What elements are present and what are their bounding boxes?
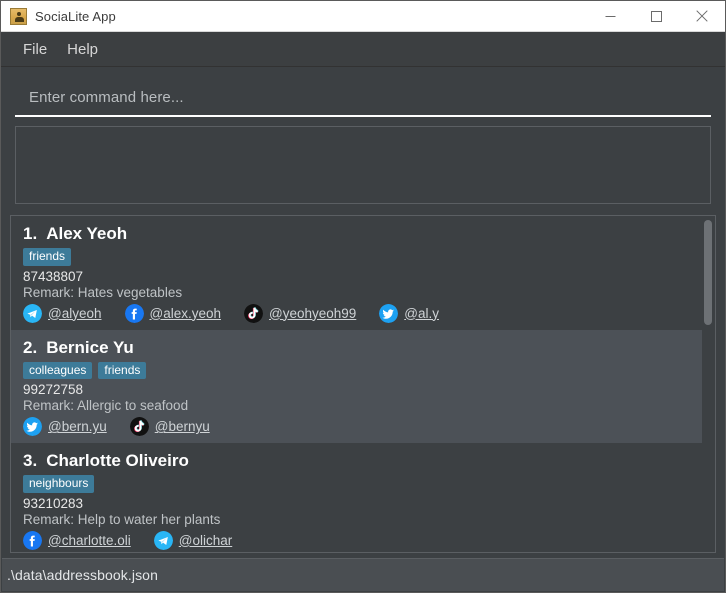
person-tags: colleagues friends xyxy=(23,361,703,380)
tiktok-icon xyxy=(129,417,149,437)
person-name: Bernice Yu xyxy=(46,337,134,357)
menu-bar: File Help xyxy=(1,32,725,67)
person-card[interactable]: 1. Alex Yeoh friends 87438807 Remark: Ha… xyxy=(11,216,715,330)
tag: neighbours xyxy=(23,475,95,493)
telegram-icon xyxy=(23,303,42,323)
person-list-panel: 1. Alex Yeoh friends 87438807 Remark: Ha… xyxy=(10,215,716,553)
person-remark: Remark: Help to water her plants xyxy=(23,511,221,527)
person-index: 3. xyxy=(23,451,38,471)
minimize-button[interactable] xyxy=(587,1,633,31)
tag: friends xyxy=(98,361,147,380)
close-icon xyxy=(696,10,708,22)
social-handle[interactable]: @alex.yeoh xyxy=(150,306,222,321)
social-entry[interactable]: @bern.yu xyxy=(23,417,107,437)
social-entry[interactable]: @charlotte.oli xyxy=(23,530,131,550)
command-placeholder: Enter command here... xyxy=(29,89,184,106)
person-remark: Remark: Allergic to seafood xyxy=(23,398,189,414)
status-bar: .\data\addressbook.json xyxy=(2,558,724,591)
social-entry[interactable]: @bernyu xyxy=(129,417,210,437)
social-entry[interactable]: @olichar xyxy=(153,530,232,550)
minimize-icon xyxy=(605,15,615,17)
person-socials: @alyeoh @alex.yeoh @yeohyeoh99 @al.y xyxy=(23,303,703,323)
command-input[interactable]: Enter command here... xyxy=(15,81,711,117)
menu-item-help[interactable]: Help xyxy=(57,37,108,62)
person-name: Charlotte Oliveiro xyxy=(46,451,189,471)
person-title: 1. Alex Yeoh xyxy=(23,224,703,244)
list-scrollbar-thumb[interactable] xyxy=(704,220,712,325)
social-entry[interactable]: @alex.yeoh xyxy=(124,303,222,323)
maximize-icon xyxy=(650,10,662,22)
person-card[interactable]: 3. Charlotte Oliveiro neighbours 9321028… xyxy=(11,443,715,552)
status-file-path: .\data\addressbook.json xyxy=(7,567,158,583)
twitter-icon xyxy=(379,303,399,323)
person-remark: Remark: Hates vegetables xyxy=(23,284,183,300)
social-entry[interactable]: @yeohyeoh99 xyxy=(244,303,356,323)
person-phone: 99272758 xyxy=(23,382,84,398)
person-tags: neighbours xyxy=(23,475,703,493)
app-window: SociaLite App File Help Enter command he… xyxy=(0,0,726,593)
person-name: Alex Yeoh xyxy=(46,224,128,243)
person-phone: 87438807 xyxy=(23,268,84,284)
title-bar: SociaLite App xyxy=(1,1,725,32)
maximize-button[interactable] xyxy=(633,1,679,31)
app-person-icon xyxy=(10,7,27,25)
close-button[interactable] xyxy=(679,1,725,31)
social-handle[interactable]: @alyeoh xyxy=(48,306,102,321)
tag: colleagues xyxy=(23,361,93,380)
title-bar-left: SociaLite App xyxy=(1,7,587,25)
social-handle[interactable]: @bern.yu xyxy=(48,419,107,434)
social-handle[interactable]: @al.y xyxy=(404,306,439,321)
person-phone: 93210283 xyxy=(23,495,84,511)
person-card[interactable]: 2. Bernice Yu colleagues friends 9927275… xyxy=(11,329,715,444)
person-list[interactable]: 1. Alex Yeoh friends 87438807 Remark: Ha… xyxy=(11,216,715,552)
twitter-icon xyxy=(23,417,42,437)
window-controls xyxy=(587,1,725,31)
result-area xyxy=(1,117,725,204)
social-handle[interactable]: @olichar xyxy=(179,533,232,548)
person-index: 2. xyxy=(23,337,38,357)
social-handle[interactable]: @bernyu xyxy=(155,419,210,434)
facebook-icon xyxy=(23,530,42,550)
telegram-icon xyxy=(153,530,173,550)
person-index: 1. xyxy=(23,224,38,243)
person-socials: @bern.yu @bernyu xyxy=(23,417,703,437)
social-entry[interactable]: @alyeoh xyxy=(23,303,102,323)
tiktok-icon xyxy=(244,303,263,323)
person-tags: friends xyxy=(23,248,703,266)
person-title: 2. Bernice Yu xyxy=(23,338,703,358)
result-display xyxy=(15,126,711,204)
person-title: 3. Charlotte Oliveiro xyxy=(23,451,703,471)
tag: friends xyxy=(23,248,72,266)
social-handle[interactable]: @yeohyeoh99 xyxy=(269,306,356,321)
social-handle[interactable]: @charlotte.oli xyxy=(48,533,131,548)
person-socials: @charlotte.oli @olichar xyxy=(23,530,703,550)
menu-item-file[interactable]: File xyxy=(13,37,57,62)
facebook-icon xyxy=(124,303,144,323)
window-title: SociaLite App xyxy=(35,8,116,24)
list-scrollbar-track[interactable] xyxy=(702,216,715,552)
social-entry[interactable]: @al.y xyxy=(379,303,439,323)
command-area: Enter command here... xyxy=(1,67,725,117)
